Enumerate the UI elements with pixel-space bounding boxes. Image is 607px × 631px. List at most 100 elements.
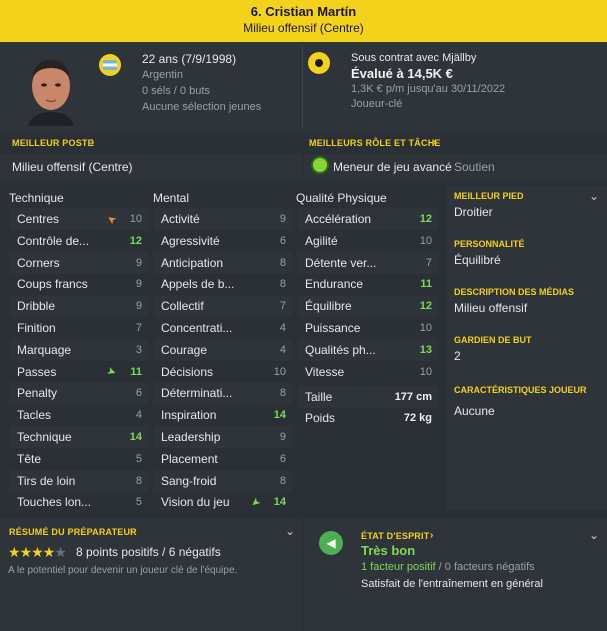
- attribute-value: 7: [279, 300, 286, 313]
- attribute-row[interactable]: Qualités ph... 13: [298, 338, 438, 361]
- attribute-value: 6: [135, 387, 142, 400]
- attribute-value: 14: [273, 409, 286, 422]
- attribute-value: 7: [425, 256, 432, 269]
- attribute-row[interactable]: Sang-froid 8: [154, 469, 292, 492]
- attribute-row[interactable]: Leadership 9: [154, 426, 292, 448]
- best-role-header[interactable]: MEILLEURS RÔLE ET TÂCHE ›: [304, 132, 607, 154]
- attribute-label: Endurance: [305, 277, 364, 292]
- chevron-right-icon: ›: [91, 137, 95, 148]
- star-icon: ★: [8, 544, 21, 560]
- attribute-label: Technique: [17, 430, 72, 444]
- mood-label[interactable]: ÉTAT D'ESPRIT: [361, 531, 429, 541]
- media-label: DESCRIPTION DES MÉDIAS: [454, 287, 575, 297]
- attribute-row[interactable]: Collectif 7: [154, 295, 292, 318]
- height-label: Taille: [305, 390, 333, 404]
- traits-value: Aucune: [454, 404, 495, 418]
- attribute-row[interactable]: Appels de b... 8: [154, 273, 292, 295]
- attribute-row[interactable]: Équilibre 12: [298, 295, 438, 318]
- goalkeeper-label: GARDIEN DE BUT: [454, 335, 532, 345]
- attribute-label: Penalty: [17, 386, 58, 401]
- attribute-row[interactable]: Tirs de loin 8: [10, 469, 148, 492]
- traits-label: CARACTÉRISTIQUES JOUEUR: [454, 385, 587, 395]
- attribute-row[interactable]: Placement 6: [154, 448, 292, 470]
- player-age: 22 ans (7/9/1998): [142, 52, 237, 66]
- attribute-label: Placement: [161, 451, 218, 466]
- attribute-label: Passes: [17, 364, 57, 379]
- attribute-row[interactable]: Activité 9: [154, 208, 292, 230]
- attribute-row[interactable]: Vitesse 10: [298, 361, 438, 383]
- attribute-row[interactable]: Penalty 6: [10, 382, 148, 405]
- attribute-value: 6: [279, 452, 286, 465]
- attribute-value: 9: [279, 213, 286, 225]
- star-icon: ★: [31, 544, 44, 560]
- attribute-label: Touches lon...: [17, 495, 92, 510]
- attribute-row[interactable]: Inspiration 14: [154, 404, 292, 426]
- mood-factors: 1 facteur positif / 0 facteurs négatifs: [361, 561, 535, 573]
- coach-points: 8 points positifs / 6 négatifs: [76, 545, 221, 559]
- mood-detail: Satisfait de l'entraînement en général: [361, 578, 543, 590]
- attribute-label: Agilité: [305, 233, 338, 248]
- goalkeeper-value: 2: [454, 349, 461, 363]
- attribute-label: Marquage: [17, 342, 72, 357]
- nationality-flag-icon[interactable]: [99, 54, 121, 76]
- attribute-value: 9: [135, 300, 142, 313]
- attribute-row[interactable]: Contrôle de... 12: [10, 230, 148, 252]
- attribute-value: 12: [419, 300, 432, 313]
- attribute-label: Dribble: [17, 299, 56, 314]
- attribute-row[interactable]: Accélération 12: [298, 208, 438, 230]
- attribute-label: Vision du jeu: [161, 495, 230, 510]
- weight-value: 72 kg: [403, 412, 432, 424]
- attribute-label: Sang-froid: [161, 473, 217, 488]
- best-role-duty: Soutien: [454, 160, 495, 174]
- chevron-down-icon[interactable]: ⌄: [589, 189, 599, 203]
- chevron-down-icon[interactable]: ⌄: [589, 528, 599, 542]
- attribute-row[interactable]: Endurance 11: [298, 273, 438, 295]
- mood-positive[interactable]: 1 facteur positif: [361, 561, 436, 573]
- attribute-label: Anticipation: [161, 255, 224, 270]
- attribute-row[interactable]: Corners 9: [10, 251, 148, 274]
- attribute-row[interactable]: Tacles 4: [10, 404, 148, 426]
- star-icon: ★: [42, 544, 56, 560]
- attribute-row[interactable]: Courage 4: [154, 338, 292, 361]
- best-role-value[interactable]: Meneur de jeu avancé: [333, 160, 452, 174]
- mood-negative[interactable]: 0 facteurs négatifs: [445, 561, 535, 573]
- attribute-row[interactable]: Agressivité 6: [154, 230, 292, 252]
- club-badge-icon[interactable]: [308, 52, 330, 74]
- attribute-row[interactable]: Dribble 9: [10, 295, 148, 318]
- coach-report-label[interactable]: RÉSUMÉ DU PRÉPARATEUR: [9, 527, 137, 537]
- attribute-row[interactable]: Touches lon... 5: [10, 491, 148, 513]
- attribute-row[interactable]: Déterminati... 8: [154, 382, 292, 405]
- attribute-row[interactable]: Tête 5: [10, 448, 148, 470]
- attribute-label: Tête: [17, 451, 42, 466]
- attribute-row[interactable]: Marquage 3: [10, 338, 148, 361]
- attribute-label: Agressivité: [161, 233, 220, 248]
- best-position-label: MEILLEUR POSTE: [12, 138, 94, 148]
- attribute-row[interactable]: Puissance 10: [298, 317, 438, 339]
- attribute-row[interactable]: Technique 14: [10, 426, 148, 448]
- best-foot-label: MEILLEUR PIED: [454, 191, 524, 201]
- attribute-row[interactable]: Décisions 10: [154, 361, 292, 383]
- chevron-right-icon: ›: [433, 137, 437, 148]
- best-position-header[interactable]: MEILLEUR POSTE ›: [0, 132, 303, 154]
- attribute-row[interactable]: Anticipation 8: [154, 251, 292, 274]
- divider: [302, 46, 303, 128]
- player-nation[interactable]: Argentin: [142, 69, 183, 81]
- attribute-value: 4: [279, 322, 286, 334]
- attribute-row[interactable]: Agilité 10: [298, 230, 438, 252]
- attribute-row[interactable]: Passes 11 ➤: [10, 361, 148, 383]
- mood-value: Très bon: [361, 543, 416, 558]
- attribute-row[interactable]: Concentrati... 4: [154, 317, 292, 339]
- attribute-value: 8: [279, 474, 286, 487]
- player-name: 6. Cristian Martín: [250, 4, 357, 19]
- attribute-row[interactable]: Vision du jeu 14 ➤: [154, 491, 292, 513]
- attribute-row[interactable]: Détente ver... 7: [298, 251, 438, 274]
- attribute-row[interactable]: Finition 7: [10, 317, 148, 339]
- best-position-value: Milieu offensif (Centre): [12, 160, 133, 174]
- attribute-row[interactable]: Coups francs 9: [10, 273, 148, 295]
- attribute-label: Accélération: [305, 212, 372, 226]
- chevron-down-icon[interactable]: ⌄: [285, 524, 295, 538]
- attribute-value: 5: [135, 452, 142, 465]
- attribute-label: Déterminati...: [161, 386, 233, 401]
- contract-club[interactable]: Sous contrat avec Mjällby: [351, 52, 476, 64]
- attribute-row[interactable]: Centres 10 ➤: [10, 208, 148, 230]
